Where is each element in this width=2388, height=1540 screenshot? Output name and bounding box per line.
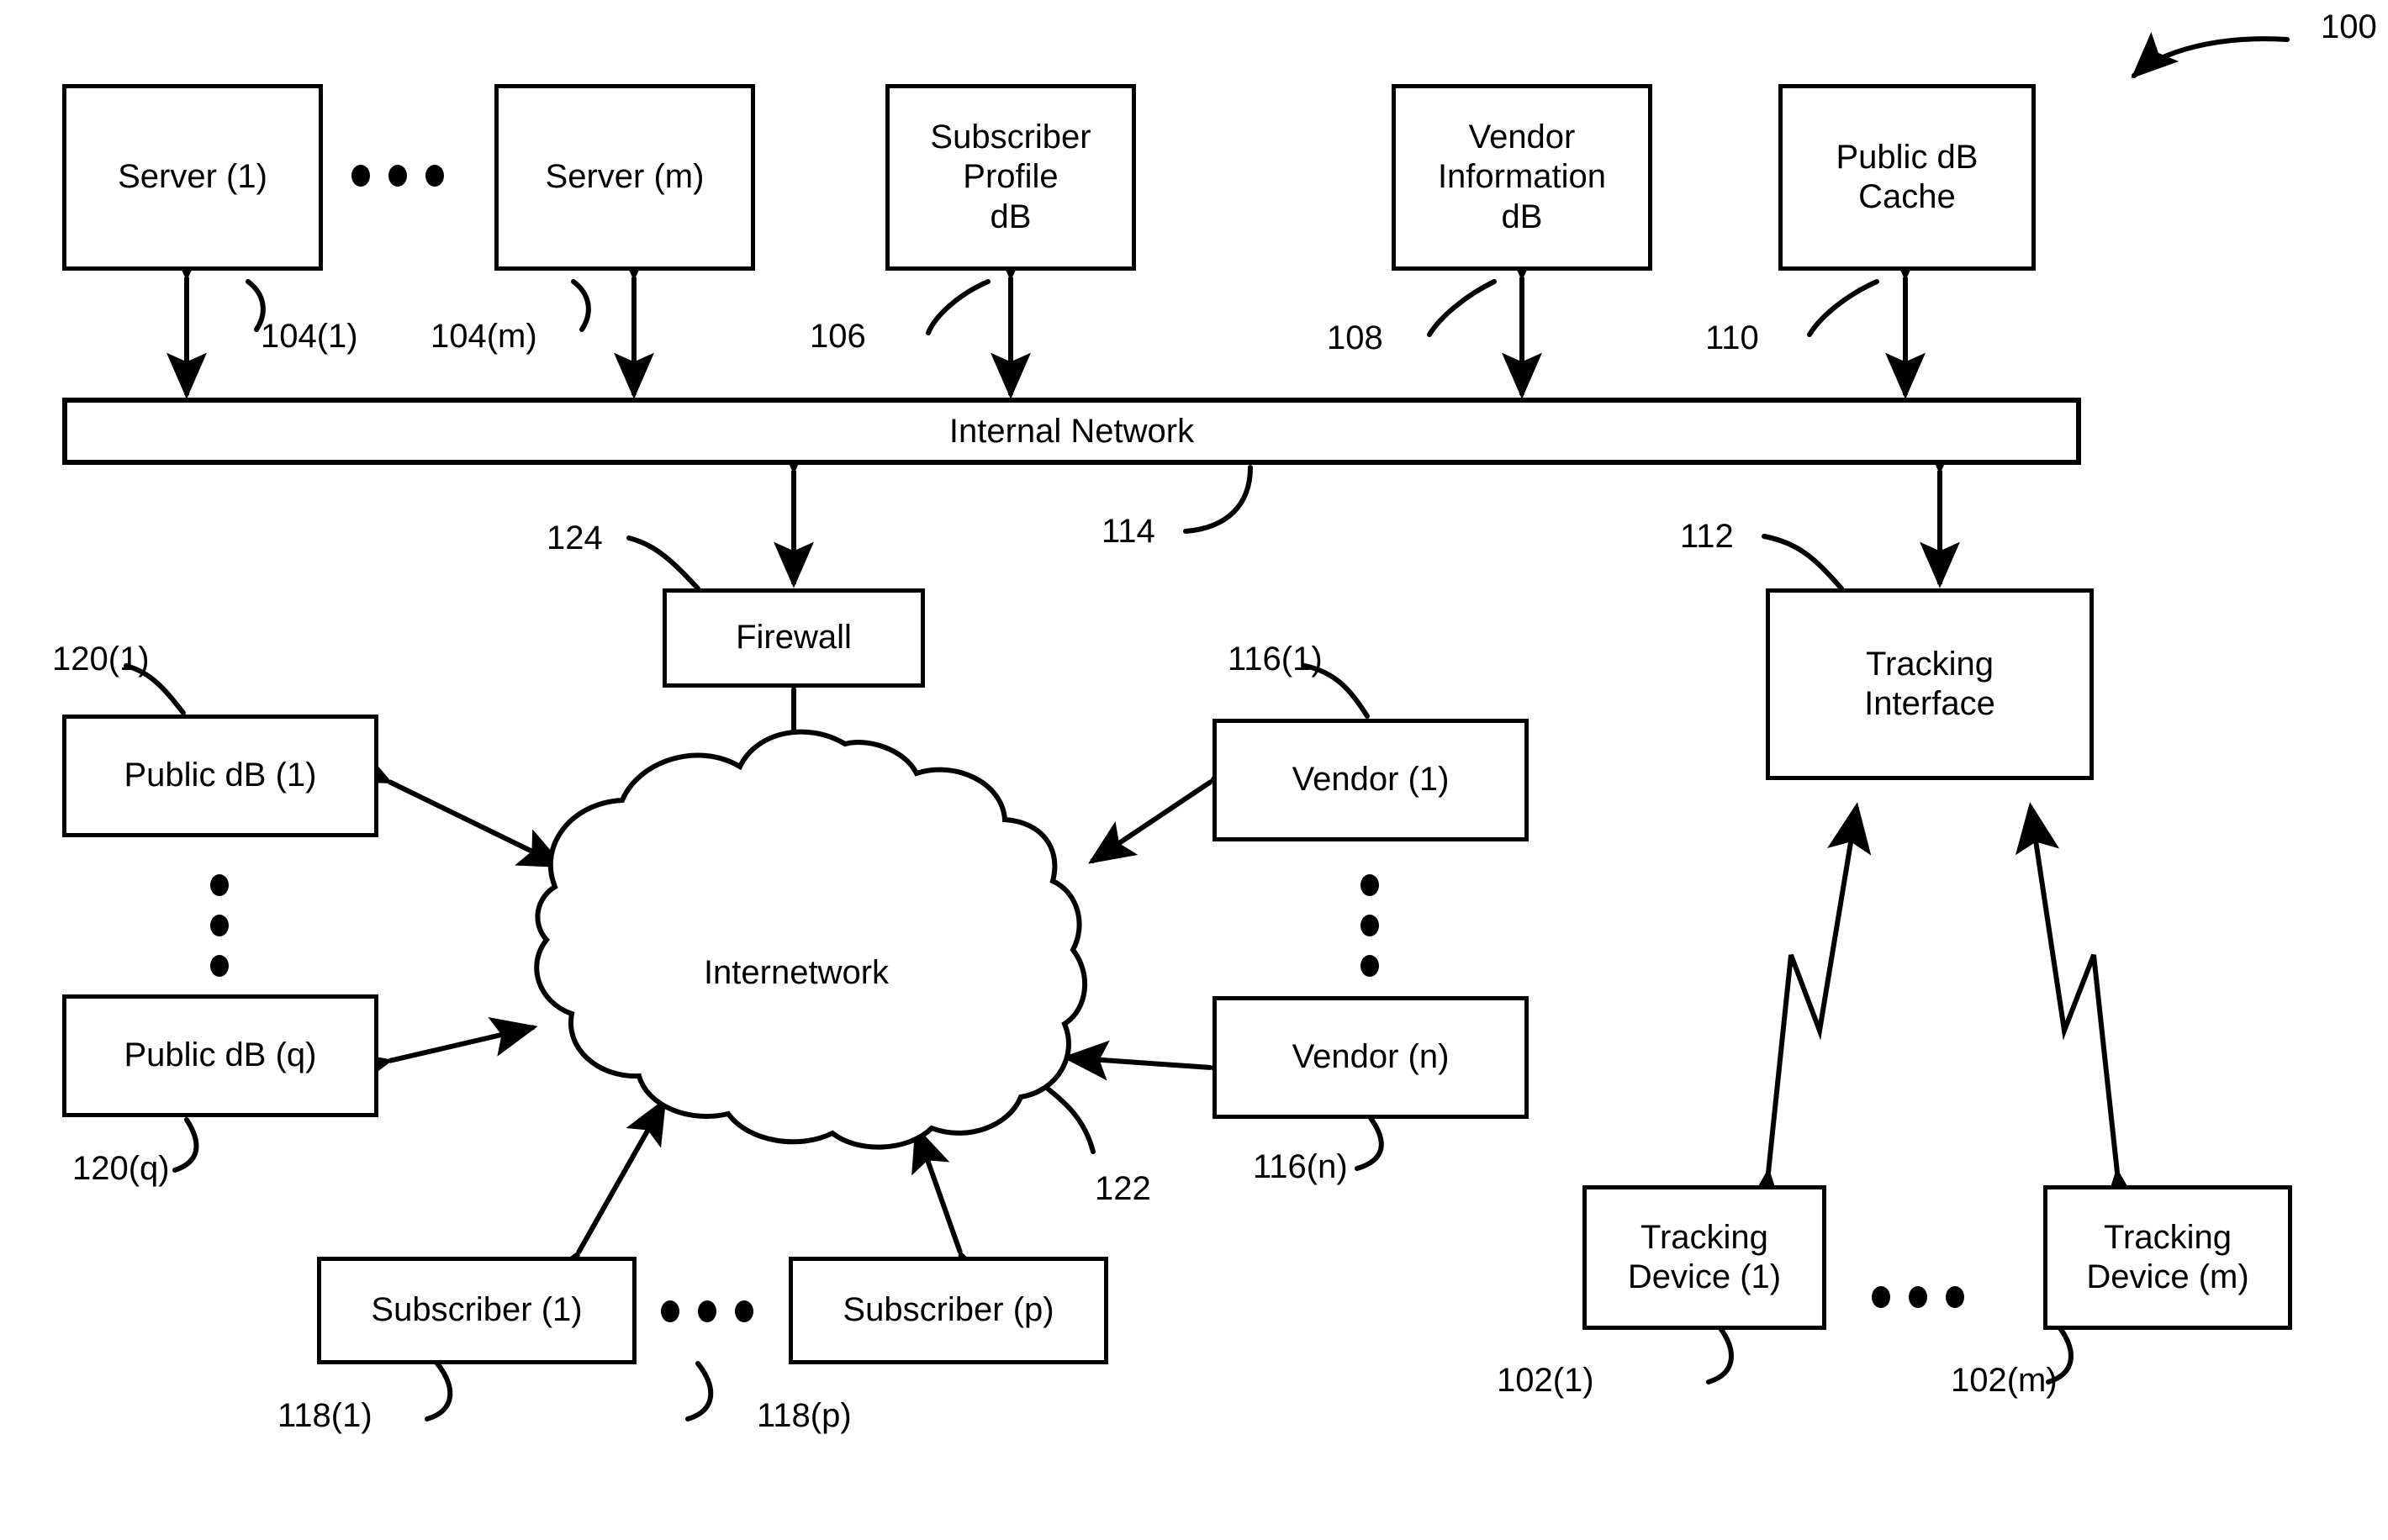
ellipsis-dot: [735, 1300, 753, 1322]
ref-110: 110: [1705, 319, 1759, 356]
ref-116-n: 116(n): [1253, 1148, 1348, 1185]
ref-116-1: 116(1): [1228, 641, 1323, 678]
leader-120-q: [172, 1117, 199, 1173]
node-firewall-label: Firewall: [736, 619, 852, 657]
node-server-1-label: Server (1): [118, 158, 267, 196]
ref-108: 108: [1327, 319, 1383, 356]
ellipsis-dot: [210, 874, 229, 896]
ref-figure-100: 100: [2321, 8, 2377, 45]
node-internal-network-label: Internal Network: [948, 412, 1195, 450]
ref-104-m: 104(m): [431, 318, 537, 355]
ellipsis-tracking-devices: [1872, 1286, 1964, 1308]
ellipsis-servers: [351, 165, 444, 187]
node-vendor-1-label: Vendor (1): [1292, 761, 1450, 799]
ref-102-1: 102(1): [1497, 1362, 1594, 1399]
ref-118-1: 118(1): [277, 1397, 372, 1434]
node-vendor-information-db[interactable]: Vendor Information dB: [1392, 84, 1652, 271]
leader-124: [626, 535, 700, 591]
ellipsis-dot: [210, 915, 229, 936]
node-tracking-device-1[interactable]: Tracking Device (1): [1582, 1185, 1826, 1330]
node-public-db-q[interactable]: Public dB (q): [62, 994, 378, 1117]
ellipsis-dot: [1909, 1286, 1927, 1308]
internetwork-cloud-shape: [534, 729, 1088, 1150]
ellipsis-subscribers: [661, 1300, 753, 1322]
arrow-internetwork-vendor1: [1088, 741, 1258, 864]
ref-120-1: 120(1): [52, 641, 150, 678]
leader-114: [1183, 465, 1253, 534]
ellipsis-public-dbs: [210, 874, 229, 977]
arrow-internetwork-subscriber1: [540, 1097, 667, 1300]
leader-104-m: [571, 279, 591, 332]
ref-124: 124: [547, 519, 603, 556]
ref-112: 112: [1680, 518, 1734, 555]
node-tracking-device-1-label: Tracking Device (1): [1627, 1218, 1782, 1295]
leader-106: [926, 279, 991, 335]
leader-108: [1427, 279, 1497, 337]
leader-118-1: [425, 1361, 453, 1421]
ref-122: 122: [1095, 1170, 1151, 1207]
arrow-internetwork-subscriberp: [911, 1125, 994, 1300]
leader-110: [1807, 279, 1879, 337]
node-server-m[interactable]: Server (m): [494, 84, 755, 271]
node-vendor-information-db-label: Vendor Information dB: [1437, 119, 1607, 235]
node-tracking-interface[interactable]: Tracking Interface: [1766, 588, 2094, 780]
node-server-1[interactable]: Server (1): [62, 84, 323, 271]
ellipsis-dot: [1360, 915, 1379, 936]
node-public-db-q-label: Public dB (q): [124, 1036, 317, 1074]
figure-canvas: Server (1) Server (m) Subscriber Profile…: [0, 0, 2388, 1540]
ellipsis-dot: [698, 1300, 716, 1322]
ellipsis-dot: [661, 1300, 679, 1322]
ellipsis-dot: [1360, 955, 1379, 977]
arrow-internetwork-vendorn: [1062, 1040, 1255, 1091]
node-tracking-interface-label: Tracking Interface: [1864, 645, 1995, 722]
ellipsis-dot: [1946, 1286, 1964, 1308]
node-public-db-1[interactable]: Public dB (1): [62, 715, 378, 837]
node-internetwork-label: Internetwork: [703, 954, 890, 991]
ellipsis-dot: [425, 165, 444, 187]
ellipsis-vendors: [1360, 874, 1379, 977]
leader-122: [1042, 1084, 1096, 1154]
leader-118-p: [685, 1361, 714, 1421]
node-tracking-device-m-label: Tracking Device (m): [2086, 1218, 2249, 1295]
node-public-db-cache[interactable]: Public dB Cache: [1778, 84, 2036, 271]
leader-112: [1762, 534, 1844, 591]
node-internal-network[interactable]: Internal Network: [62, 398, 2081, 465]
node-server-m-label: Server (m): [545, 158, 705, 196]
ref-118-p: 118(p): [757, 1397, 852, 1434]
ellipsis-dot: [1360, 874, 1379, 896]
ref-102-m: 102(m): [1951, 1362, 2058, 1399]
leader-116-n: [1355, 1115, 1384, 1171]
ellipsis-dot: [351, 165, 370, 187]
node-firewall[interactable]: Firewall: [663, 588, 925, 688]
node-subscriber-p-label: Subscriber (p): [843, 1291, 1054, 1329]
ellipsis-dot: [388, 165, 407, 187]
leader-102-1: [1706, 1326, 1734, 1384]
wireless-link-devicem: [2015, 802, 2145, 1221]
node-public-db-1-label: Public dB (1): [124, 757, 317, 794]
node-subscriber-1-label: Subscriber (1): [371, 1291, 583, 1329]
ellipsis-dot: [210, 955, 229, 977]
node-vendor-n[interactable]: Vendor (n): [1212, 996, 1529, 1119]
node-subscriber-profile-db-label: Subscriber Profile dB: [930, 119, 1091, 235]
ref-104-1: 104(1): [261, 318, 358, 355]
node-subscriber-profile-db[interactable]: Subscriber Profile dB: [885, 84, 1136, 271]
node-vendor-n-label: Vendor (n): [1292, 1038, 1450, 1076]
node-subscriber-p[interactable]: Subscriber (p): [789, 1257, 1108, 1364]
wireless-link-device1: [1741, 802, 1872, 1221]
ref-106: 106: [810, 318, 866, 355]
ref-120-q: 120(q): [72, 1150, 170, 1187]
arrow-internetwork-publicdbq: [343, 1017, 538, 1090]
node-vendor-1[interactable]: Vendor (1): [1212, 719, 1529, 841]
node-public-db-cache-label: Public dB Cache: [1836, 138, 1979, 215]
ref-114: 114: [1102, 513, 1155, 550]
leader-100: [2131, 32, 2290, 79]
ellipsis-dot: [1872, 1286, 1890, 1308]
arrow-internetwork-publicdb1: [342, 745, 566, 868]
node-tracking-device-m[interactable]: Tracking Device (m): [2043, 1185, 2292, 1330]
node-subscriber-1[interactable]: Subscriber (1): [317, 1257, 637, 1364]
